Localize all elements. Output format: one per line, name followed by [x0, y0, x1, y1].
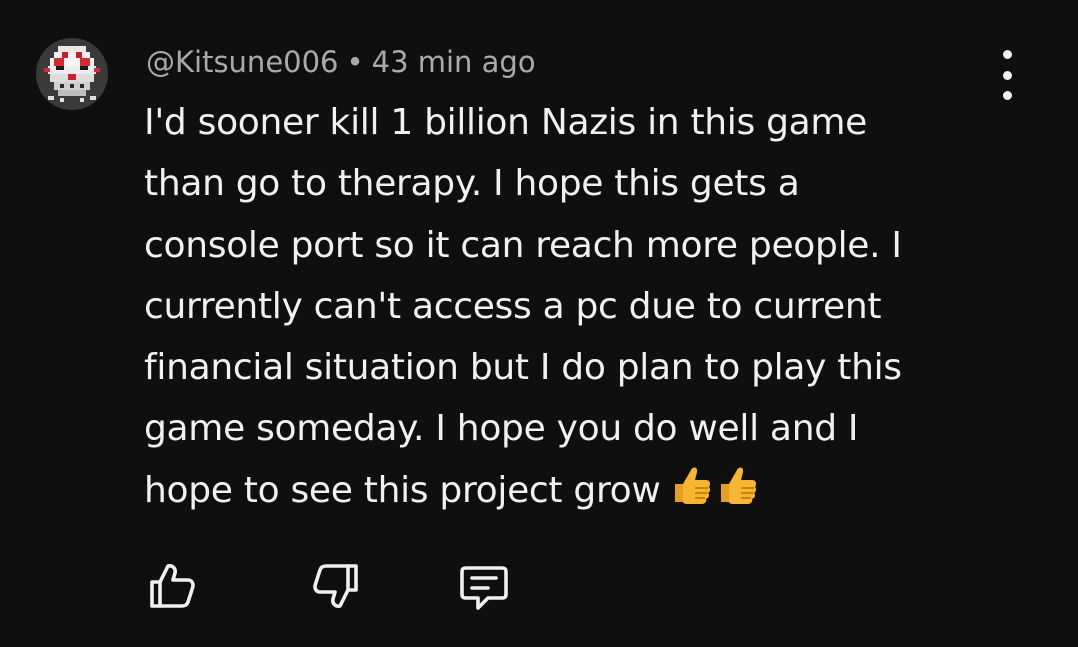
- vertical-ellipsis-dot: [1002, 70, 1012, 80]
- comment-text-line: I'd sooner kill 1 billion Nazis in this …: [144, 102, 868, 143]
- comment-text-line: currently can't access a pc due to curre…: [144, 285, 882, 327]
- meta-separator: •: [346, 45, 364, 79]
- vertical-ellipsis-icon: [1002, 50, 1012, 59]
- comment-action-bar: [0, 556, 1078, 616]
- comment-text-line: than go to therapy. I hope this gets a: [144, 163, 800, 205]
- author-name[interactable]: @Kitsune006: [146, 45, 339, 79]
- pixel-mask-avatar-image: [36, 38, 108, 110]
- comment-text-line: financial situation but I do plan to pla…: [144, 347, 902, 389]
- thumbs-up-outline-icon: [150, 564, 195, 608]
- comment-text-last-line: hope to see this project grow: [144, 460, 1024, 525]
- comment-text: I'd sooner kill 1 billion Nazis in this …: [144, 92, 1024, 525]
- comment-text-line: game someday. I hope you do well and I: [144, 408, 859, 450]
- comment-item: @Kitsune006 • 43 min ago I'd sooner kill 1…: [0, 0, 1078, 647]
- comment-meta: @Kitsune006 • 43 min ago: [146, 42, 536, 82]
- thumbs-up-emoji: [715, 462, 759, 525]
- comment-text-line: console port so it can reach more people…: [144, 224, 902, 266]
- thumbs-down-outline-icon: [313, 564, 358, 608]
- comment-timestamp[interactable]: 43 min ago: [372, 45, 536, 79]
- thumbs-up-emoji: [669, 462, 713, 525]
- like-button[interactable]: [142, 556, 202, 616]
- comment-reply-icon: [460, 566, 508, 610]
- avatar[interactable]: [36, 38, 108, 110]
- comment-text-line: hope to see this project grow: [144, 469, 661, 511]
- dislike-button[interactable]: [306, 556, 366, 616]
- reply-button[interactable]: [454, 556, 514, 616]
